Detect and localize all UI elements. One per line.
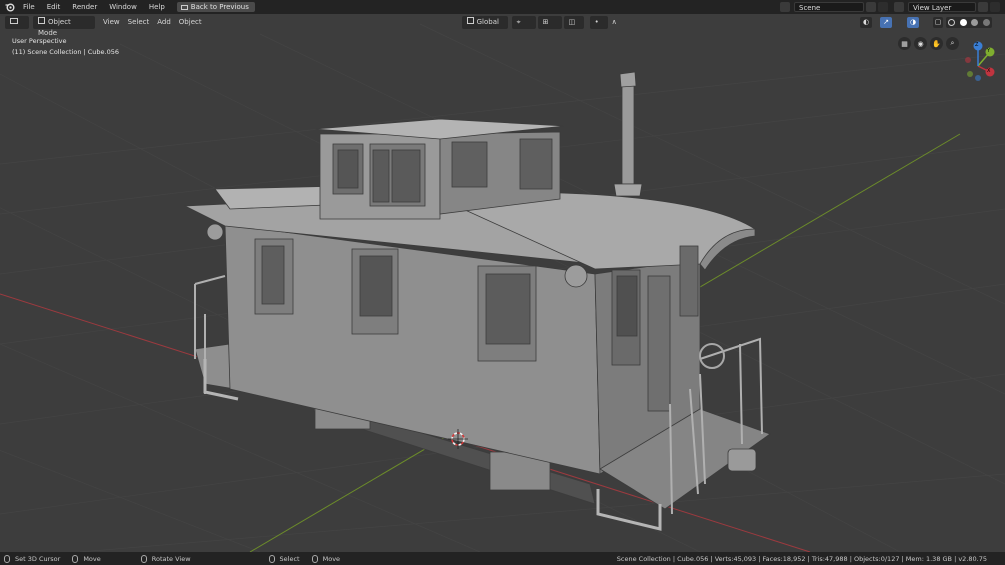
view-layer-new-icon[interactable] (978, 2, 988, 12)
editor-type-button[interactable] (5, 16, 29, 29)
menu-window[interactable]: Window (103, 0, 143, 14)
back-to-previous-button[interactable]: Back to Previous (176, 2, 255, 12)
scene-new-icon[interactable] (866, 2, 876, 12)
menu-edit[interactable]: Edit (41, 0, 67, 14)
gizmo-y-label: Y (987, 48, 991, 54)
menu-file[interactable]: File (17, 0, 41, 14)
menu-render[interactable]: Render (66, 0, 103, 14)
menu-help[interactable]: Help (143, 0, 171, 14)
scene-selector[interactable]: Scene (794, 2, 864, 12)
orientation-icon (466, 17, 474, 24)
menu-add[interactable]: Add (153, 17, 175, 28)
caboose-model[interactable] (183, 71, 771, 531)
visibility-icon[interactable]: ◐ (860, 17, 872, 28)
back-icon (180, 4, 188, 10)
zoom-icon[interactable]: ⌕ (946, 37, 959, 50)
status-bar: Set 3D Cursor Move Rotate View Select Mo… (0, 552, 1005, 565)
viewport-header: Object Mode View Select Add Object Globa… (0, 14, 1005, 37)
menu-view[interactable]: View (99, 17, 124, 28)
solid-shading-icon[interactable] (959, 19, 967, 26)
hint-move-2: Move (311, 554, 340, 563)
scene-statistics: Scene Collection | Cube.056 | Verts:45,0… (616, 554, 987, 563)
view-layer-selector[interactable]: View Layer (908, 2, 976, 12)
mouse-right-icon (268, 554, 275, 563)
gizmo-z-label: Z (975, 42, 979, 48)
view-layer-delete-icon[interactable] (990, 2, 1000, 12)
navigation-gizmo[interactable]: Z Y X (958, 38, 1002, 82)
snap-target-button[interactable]: ◫ (563, 16, 584, 29)
hint-select: Select (268, 554, 300, 563)
pan-hand-icon[interactable]: ✋ (930, 37, 943, 50)
falloff-icon[interactable]: ∧ (608, 17, 626, 28)
xray-toggle-icon[interactable]: ▢ (933, 17, 943, 28)
snap-button[interactable]: ⊞ (537, 16, 562, 29)
material-shading-icon[interactable] (971, 19, 979, 26)
toggle-grid-icon[interactable]: ▦ (898, 37, 911, 50)
mouse-drag-icon (72, 554, 79, 563)
viewport-canvas[interactable] (0, 14, 1005, 552)
mouse-middle-icon (140, 554, 147, 563)
camera-view-icon[interactable]: ◉ (914, 37, 927, 50)
wireframe-shading-icon[interactable] (948, 19, 956, 26)
object-mode-icon (38, 17, 45, 24)
view-layer-icon[interactable] (894, 2, 904, 12)
gizmo-toggle-icon[interactable]: ↗ (880, 17, 892, 28)
pivot-point-button[interactable]: ⌖ (511, 16, 536, 29)
view-perspective-label: User Perspective (12, 37, 67, 45)
orientation-dropdown[interactable]: Global (461, 16, 508, 29)
blender-logo-icon[interactable] (3, 0, 17, 14)
hint-rotate-view: Rotate View (140, 554, 191, 563)
mouse-right-drag-icon (311, 554, 318, 563)
menu-select[interactable]: Select (124, 17, 154, 28)
3d-viewport[interactable]: Object Mode View Select Add Object Globa… (0, 14, 1005, 552)
proportional-edit-button[interactable]: • (589, 16, 608, 29)
scene-delete-icon[interactable] (878, 2, 888, 12)
mouse-left-icon (4, 554, 10, 563)
menu-object[interactable]: Object (175, 17, 206, 28)
rendered-shading-icon[interactable] (982, 19, 990, 26)
gizmo-x-label: X (987, 68, 991, 74)
shading-mode-group (946, 17, 992, 28)
overlays-toggle-icon[interactable]: ◑ (907, 17, 919, 28)
viewport-editor-icon (10, 18, 18, 24)
hint-set-cursor: Set 3D Cursor (4, 554, 60, 563)
active-collection-label: (11) Scene Collection | Cube.056 (12, 48, 120, 56)
mode-dropdown[interactable]: Object Mode (33, 16, 95, 37)
hint-move-1: Move (72, 554, 101, 563)
scene-type-icon[interactable] (780, 2, 790, 12)
